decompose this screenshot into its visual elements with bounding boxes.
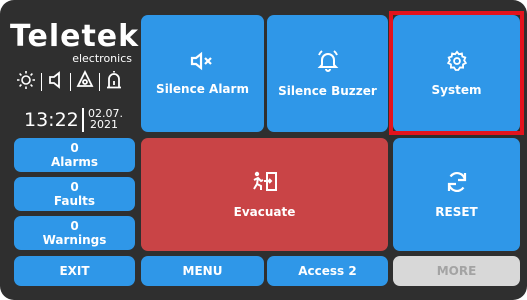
sun-icon bbox=[16, 70, 36, 94]
reset-label: RESET bbox=[435, 205, 478, 219]
silence-alarm-label: Silence Alarm bbox=[156, 82, 249, 96]
siren-icon bbox=[105, 70, 123, 94]
divider bbox=[41, 73, 42, 91]
control-panel-screen: Teletek electronics 13:22 02.07. 2021 Si… bbox=[0, 0, 527, 300]
clock-time: 13:22 bbox=[24, 109, 79, 131]
divider bbox=[99, 73, 100, 91]
warnings-count: 0 bbox=[70, 219, 79, 233]
speaker-mute-icon bbox=[190, 51, 216, 74]
warnings-counter-button[interactable]: 0 Warnings bbox=[14, 216, 135, 250]
alarm-icon bbox=[76, 69, 94, 94]
silence-buzzer-button[interactable]: Silence Buzzer bbox=[267, 15, 388, 132]
access-level-button[interactable]: Access 2 bbox=[267, 256, 388, 286]
evacuate-exit-icon bbox=[251, 170, 279, 197]
clock-divider bbox=[82, 108, 84, 132]
menu-label: MENU bbox=[182, 264, 223, 278]
menu-button[interactable]: MENU bbox=[141, 256, 264, 286]
more-button[interactable]: MORE bbox=[393, 256, 520, 286]
faults-label: Faults bbox=[53, 194, 96, 208]
exit-label: EXIT bbox=[59, 264, 90, 278]
more-label: MORE bbox=[436, 264, 477, 278]
access-label: Access 2 bbox=[298, 264, 357, 278]
brand-logo: Teletek bbox=[10, 19, 140, 54]
clock-year: 2021 bbox=[90, 118, 118, 131]
refresh-icon bbox=[445, 170, 469, 197]
speaker-icon bbox=[47, 70, 65, 94]
evacuate-label: Evacuate bbox=[233, 205, 296, 219]
alarms-counter-button[interactable]: 0 Alarms bbox=[14, 138, 135, 172]
bell-icon bbox=[316, 49, 340, 76]
selection-highlight bbox=[389, 11, 524, 135]
silence-buzzer-label: Silence Buzzer bbox=[278, 84, 377, 98]
warnings-label: Warnings bbox=[42, 233, 107, 247]
brand-subtitle: electronics bbox=[72, 52, 132, 65]
status-icons bbox=[16, 69, 123, 94]
exit-button[interactable]: EXIT bbox=[14, 256, 135, 286]
alarms-count: 0 bbox=[70, 141, 79, 155]
reset-button[interactable]: RESET bbox=[393, 138, 520, 251]
faults-counter-button[interactable]: 0 Faults bbox=[14, 177, 135, 211]
evacuate-button[interactable]: Evacuate bbox=[141, 138, 388, 251]
alarms-label: Alarms bbox=[50, 155, 99, 169]
faults-count: 0 bbox=[70, 180, 79, 194]
silence-alarm-button[interactable]: Silence Alarm bbox=[141, 15, 264, 132]
divider bbox=[70, 73, 71, 91]
